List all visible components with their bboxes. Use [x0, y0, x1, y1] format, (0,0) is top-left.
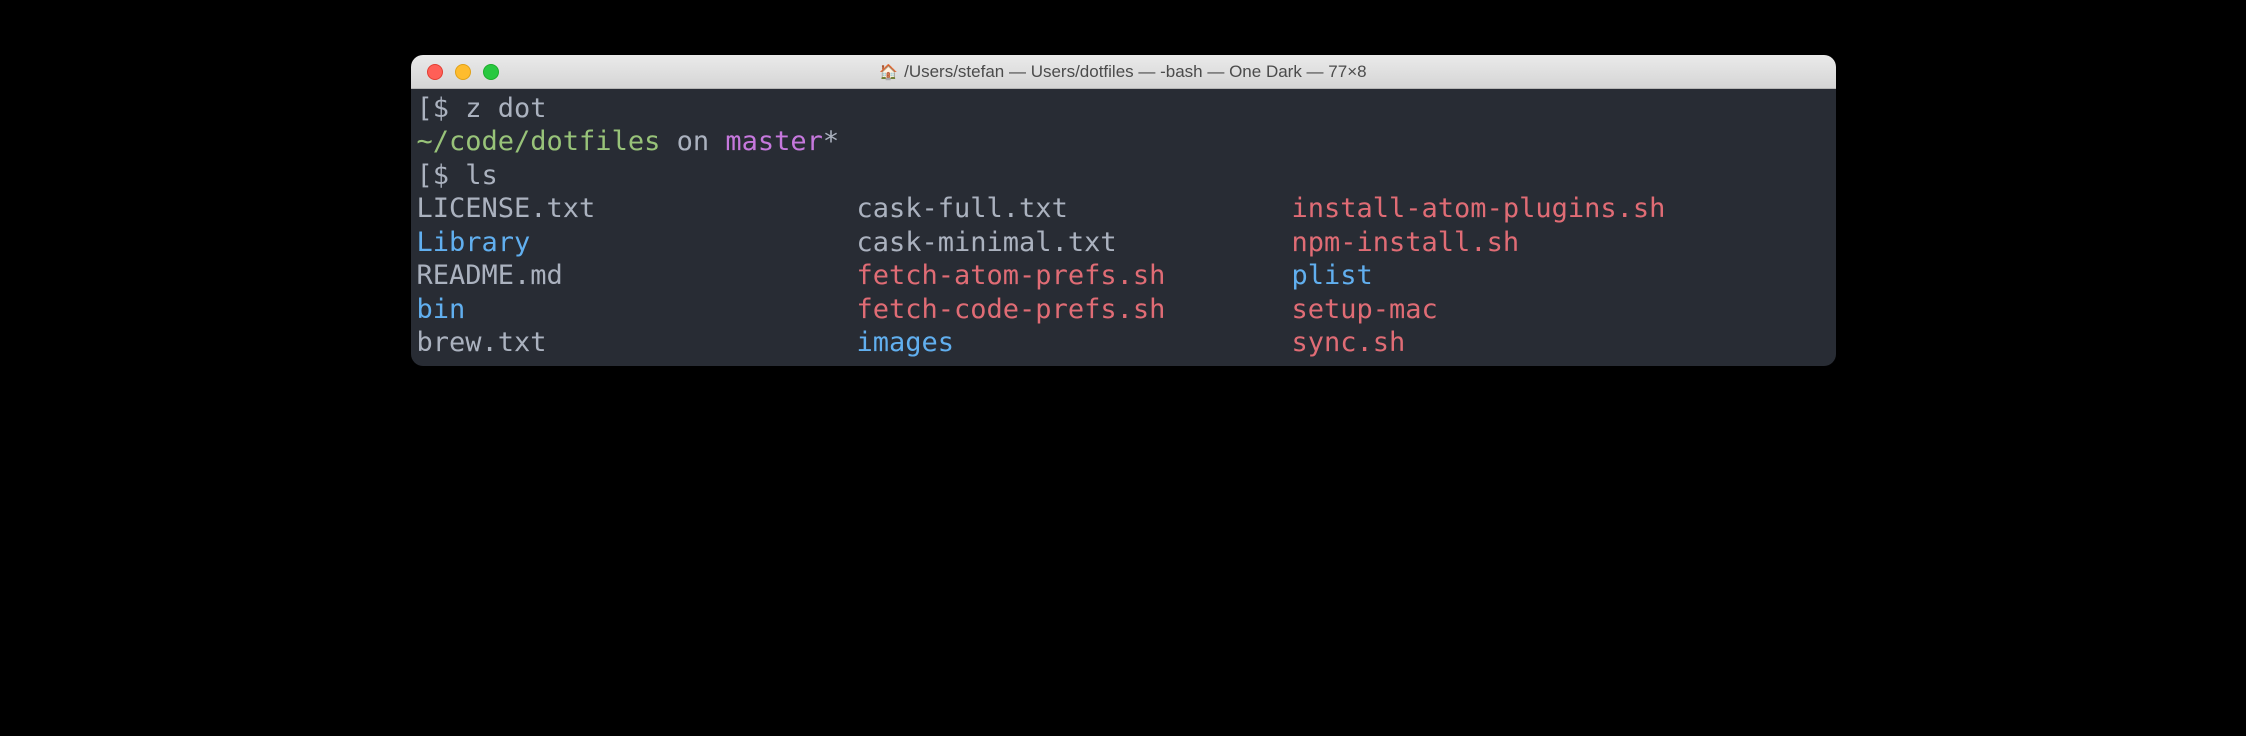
command-text: ls	[465, 160, 498, 191]
command-text: z dot	[465, 93, 546, 124]
bracket-open: [	[417, 160, 433, 191]
home-icon: 🏠	[879, 63, 898, 81]
on-text: on	[660, 126, 725, 157]
window-title: 🏠 /Users/stefan — Users/dotfiles — -bash…	[411, 62, 1836, 82]
git-branch: master	[725, 126, 823, 157]
ls-column-1: LICENSE.txt Library README.md bin brew.t…	[417, 192, 857, 359]
list-item: bin	[417, 293, 857, 326]
list-item: plist	[1292, 259, 1666, 292]
dirty-indicator: *	[823, 126, 839, 157]
list-item: npm-install.sh	[1292, 226, 1666, 259]
bracket-open: [	[417, 93, 433, 124]
traffic-lights	[411, 64, 499, 80]
list-item: sync.sh	[1292, 326, 1666, 359]
list-item: LICENSE.txt	[417, 192, 857, 225]
ls-output: LICENSE.txt Library README.md bin brew.t…	[417, 192, 1830, 359]
prompt-status-line: ~/code/dotfiles on master*	[417, 125, 1830, 158]
list-item: setup-mac	[1292, 293, 1666, 326]
list-item: fetch-code-prefs.sh	[857, 293, 1292, 326]
list-item: cask-full.txt	[857, 192, 1292, 225]
ls-column-3: install-atom-plugins.sh npm-install.sh p…	[1292, 192, 1666, 359]
list-item: README.md	[417, 259, 857, 292]
minimize-icon[interactable]	[455, 64, 471, 80]
terminal-window: 🏠 /Users/stefan — Users/dotfiles — -bash…	[411, 55, 1836, 366]
cwd-path: ~/code/dotfiles	[417, 126, 661, 157]
list-item: fetch-atom-prefs.sh	[857, 259, 1292, 292]
maximize-icon[interactable]	[483, 64, 499, 80]
list-item: install-atom-plugins.sh	[1292, 192, 1666, 225]
terminal-body[interactable]: [$ z dot ~/code/dotfiles on master* [$ l…	[411, 89, 1836, 366]
prompt-symbol: $	[433, 93, 466, 124]
list-item: brew.txt	[417, 326, 857, 359]
titlebar[interactable]: 🏠 /Users/stefan — Users/dotfiles — -bash…	[411, 55, 1836, 89]
close-icon[interactable]	[427, 64, 443, 80]
prompt-line-1: [$ z dot	[417, 92, 1830, 125]
prompt-symbol: $	[433, 160, 466, 191]
prompt-line-2: [$ ls	[417, 159, 1830, 192]
list-item: cask-minimal.txt	[857, 226, 1292, 259]
ls-column-2: cask-full.txt cask-minimal.txt fetch-ato…	[857, 192, 1292, 359]
list-item: images	[857, 326, 1292, 359]
window-title-text: /Users/stefan — Users/dotfiles — -bash —…	[904, 62, 1366, 82]
list-item: Library	[417, 226, 857, 259]
